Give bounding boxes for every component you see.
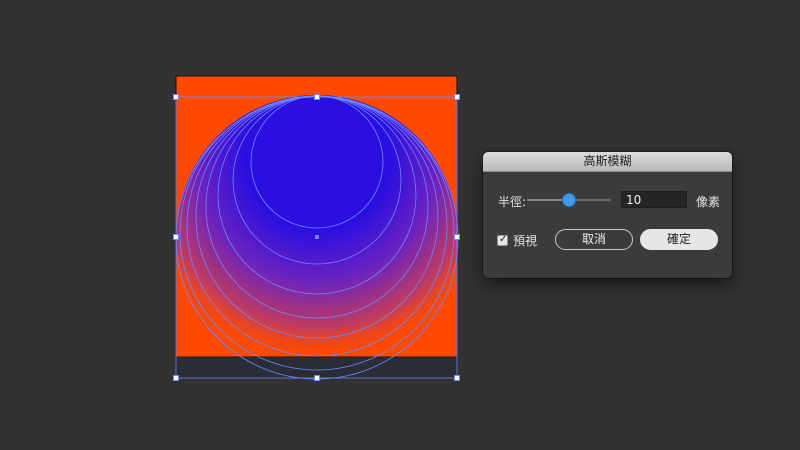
checkmark-icon: ✓ xyxy=(499,233,508,245)
handle-top-right xyxy=(454,94,460,100)
handle-bottom-left xyxy=(173,375,179,381)
preview-label: 預視 xyxy=(513,233,538,248)
handle-top-left xyxy=(173,94,179,100)
unit-label: 像素 xyxy=(696,195,721,209)
radius-slider-thumb[interactable] xyxy=(563,194,575,206)
cancel-button[interactable]: 取消 xyxy=(555,229,633,250)
handle-middle-right xyxy=(454,234,460,240)
radius-label: 半徑: xyxy=(498,195,527,209)
preview-option[interactable]: ✓ 預視 xyxy=(497,232,537,248)
gaussian-blur-dialog: 高斯模糊 半徑: 像素 ✓ 預視 取消 確定 xyxy=(483,152,732,278)
handle-top-center xyxy=(314,94,320,100)
handle-bottom-right xyxy=(454,375,460,381)
radius-input[interactable] xyxy=(621,191,687,208)
ok-button[interactable]: 確定 xyxy=(640,229,718,250)
preview-checkbox[interactable]: ✓ xyxy=(497,233,508,246)
dialog-title: 高斯模糊 xyxy=(583,154,632,168)
center-point xyxy=(315,235,319,239)
dialog-titlebar[interactable]: 高斯模糊 xyxy=(483,152,732,172)
illustrator-canvas[interactable]: 高斯模糊 半徑: 像素 ✓ 預視 取消 確定 xyxy=(0,0,800,450)
handle-bottom-center xyxy=(314,375,320,381)
selection-extension-area xyxy=(175,356,458,379)
handle-middle-left xyxy=(173,234,179,240)
